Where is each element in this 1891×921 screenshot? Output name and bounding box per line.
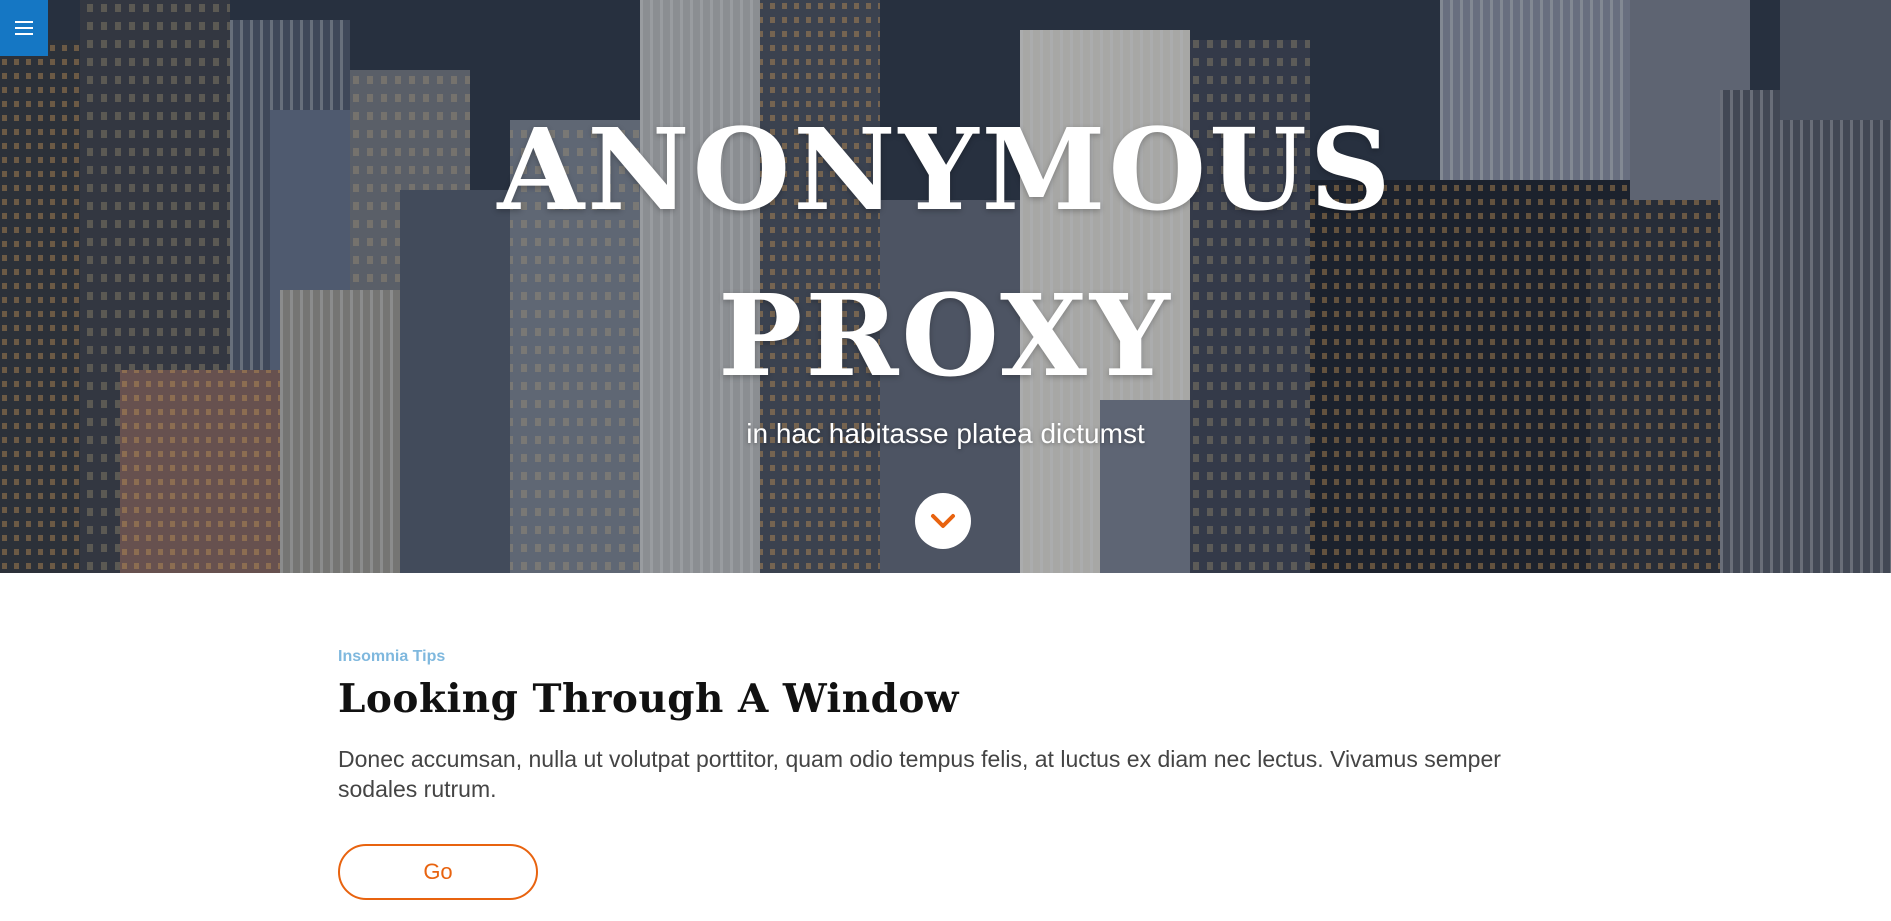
- article-body: Donec accumsan, nulla ut volutpat portti…: [338, 746, 1501, 802]
- article-category[interactable]: Insomnia Tips: [338, 648, 1588, 666]
- hero-title: ANONYMOUS PROXY: [0, 88, 1891, 420]
- menu-button[interactable]: [0, 0, 48, 56]
- hero-section: ANONYMOUS PROXY in hac habitasse platea …: [0, 0, 1891, 573]
- hero-subtitle: in hac habitasse platea dictumst: [746, 418, 1145, 449]
- go-button[interactable]: Go: [338, 844, 538, 900]
- article-title: Looking Through A Window: [338, 676, 959, 722]
- chevron-down-icon: [931, 514, 955, 528]
- scroll-down-button[interactable]: [915, 493, 971, 549]
- hero-title-line-2: PROXY: [718, 271, 1173, 402]
- hero-title-line-1: ANONYMOUS: [497, 105, 1394, 236]
- article-section: Insomnia Tips Looking Through A Window D…: [338, 648, 1588, 900]
- hamburger-icon: [15, 21, 33, 35]
